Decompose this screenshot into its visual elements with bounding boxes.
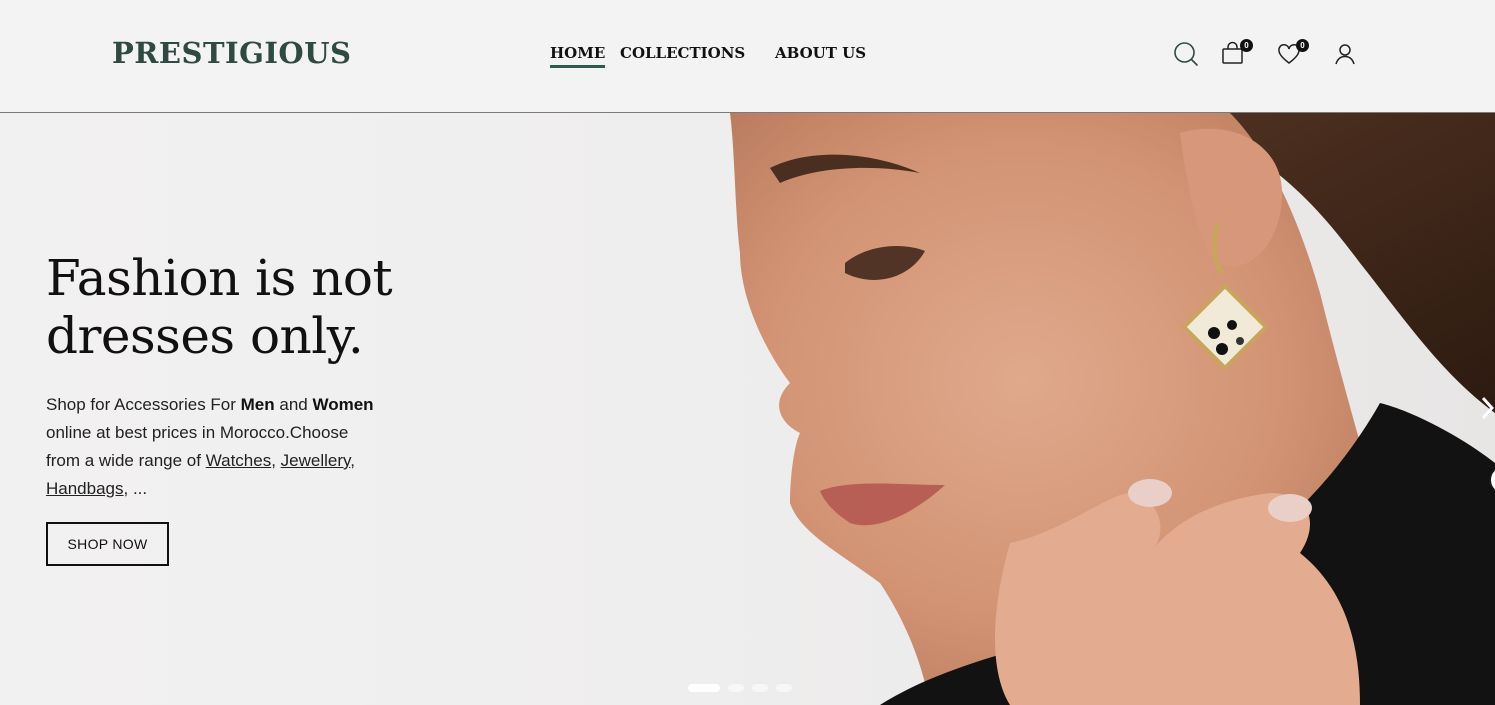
hero-banner: Fashion is not dresses only. Shop for Ac…: [0, 113, 1495, 705]
site-header: PRESTIGIOUS HOME COLLECTIONS ABOUT US 0 …: [0, 0, 1495, 113]
hero-text-men: Men: [240, 395, 275, 414]
carousel-dot[interactable]: [776, 684, 792, 692]
hero-title: Fashion is not dresses only.: [46, 249, 393, 365]
search-icon[interactable]: [1172, 40, 1200, 68]
carousel-dot[interactable]: [728, 684, 744, 692]
carousel-dot[interactable]: [752, 684, 768, 692]
shopping-bag-icon[interactable]: 0: [1219, 39, 1253, 68]
wishlist-count-badge: 0: [1296, 39, 1309, 52]
shop-now-button[interactable]: SHOP NOW: [46, 522, 169, 566]
hero-text-women: Women: [312, 395, 374, 414]
carousel-next-arrow-icon[interactable]: [1480, 395, 1495, 421]
user-icon[interactable]: [1331, 40, 1359, 68]
carousel-dot[interactable]: [688, 684, 720, 692]
hero-text-separator: ,: [350, 451, 355, 470]
nav-about-us[interactable]: ABOUT US: [775, 44, 866, 62]
hero-description: Shop for Accessories For Men and Women o…: [46, 391, 376, 503]
hero-text-part: Shop for Accessories For: [46, 395, 241, 414]
heart-icon[interactable]: 0: [1275, 39, 1309, 68]
nav-home[interactable]: HOME: [550, 44, 606, 68]
hero-text-part: and: [274, 395, 313, 414]
cart-count-badge: 0: [1240, 39, 1253, 52]
link-jewellery[interactable]: Jewellery: [281, 451, 351, 470]
link-handbags[interactable]: Handbags: [46, 479, 124, 498]
link-watches[interactable]: Watches: [206, 451, 272, 470]
hero-text-ellipsis: , ...: [123, 479, 148, 498]
hero-text-separator: ,: [271, 451, 281, 470]
site-logo[interactable]: PRESTIGIOUS: [112, 36, 351, 70]
nav-collections[interactable]: COLLECTIONS: [620, 44, 745, 62]
